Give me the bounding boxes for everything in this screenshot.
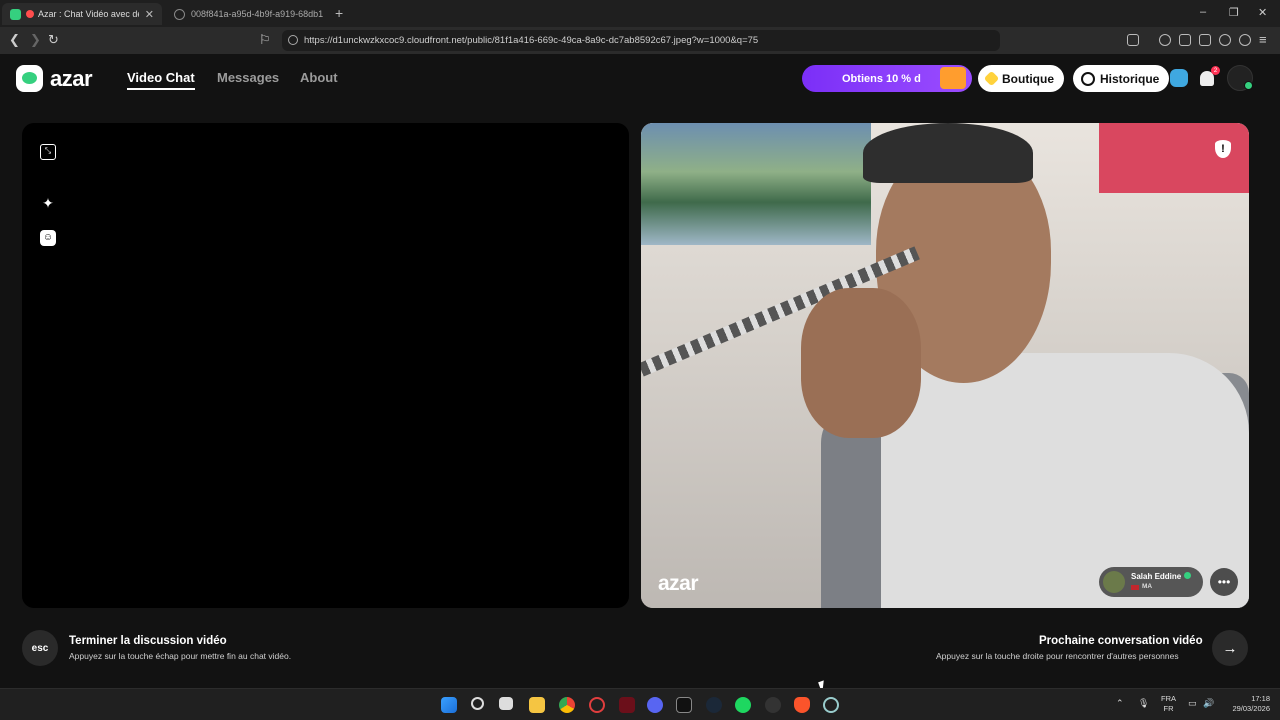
close-tab-icon[interactable]: ✕	[145, 8, 154, 21]
music-icon[interactable]	[1159, 34, 1171, 46]
next-chat-button[interactable]: →	[1212, 630, 1248, 666]
notification-badge: 2	[1211, 66, 1220, 75]
settings-gear-icon[interactable]	[823, 697, 839, 713]
chat-bubbles-icon[interactable]	[1170, 69, 1188, 87]
partner-info-chip[interactable]: Salah Eddine MA	[1099, 567, 1203, 597]
steam-icon[interactable]	[706, 697, 722, 713]
microphone-icon[interactable]: 🎙	[1138, 698, 1149, 709]
reload-icon[interactable]: ↻	[48, 32, 59, 48]
site-info-icon[interactable]	[288, 35, 298, 45]
message-bubble-icon[interactable]: •••	[1210, 568, 1238, 596]
menu-icon[interactable]: ≡	[1259, 32, 1267, 47]
windows-start-icon[interactable]	[441, 697, 457, 713]
bookmark-icon[interactable]: ⚐	[259, 32, 271, 48]
address-bar-row: ❮ ❯ ↻ ⚐ https://d1unckwzkxcoc9.cloudfron…	[0, 27, 1280, 54]
restore-button[interactable]: ❐	[1229, 6, 1239, 19]
partner-country: MA	[1131, 582, 1191, 592]
logo-text: azar	[50, 65, 93, 91]
taskbar: ⌃ 🎙 FRA FR ▭ 🔊 17:18 29/03/2026	[0, 688, 1280, 720]
close-window-button[interactable]: ✕	[1258, 6, 1267, 19]
shield-icon[interactable]	[1239, 34, 1251, 46]
url-text: https://d1unckwzkxcoc9.cloudfront.net/pu…	[304, 35, 759, 46]
magic-wand-icon[interactable]: ✦	[40, 195, 56, 211]
ai-icon[interactable]	[1219, 34, 1231, 46]
recording-icon	[26, 10, 34, 18]
online-status-dot	[1244, 81, 1253, 90]
person-cap	[863, 123, 1033, 183]
tab-title: 008f841a-a95d-4b9f-a919-68db153a	[191, 9, 323, 19]
new-tab-button[interactable]: +	[335, 5, 343, 21]
back-icon[interactable]: ❮	[9, 32, 20, 48]
red-curtain	[1099, 123, 1249, 193]
chevron-up-icon[interactable]: ⌃	[1116, 698, 1124, 709]
azar-logo-icon	[16, 65, 43, 92]
shop-button[interactable]: Boutique	[978, 65, 1064, 92]
minimize-video-icon[interactable]: ⤡	[40, 144, 56, 160]
lang-line-2: FR	[1163, 704, 1174, 713]
capcut-icon[interactable]	[676, 697, 692, 713]
azar-logo[interactable]: azar	[16, 65, 93, 92]
promo-label: Obtiens 10 % d	[842, 72, 921, 85]
acrobat-icon[interactable]	[619, 697, 635, 713]
nav-about[interactable]: About	[300, 70, 338, 85]
clock-date: 29/03/2026	[1232, 704, 1270, 713]
discord-icon[interactable]	[647, 697, 663, 713]
next-chat-subtitle: Appuyez sur la touche droite pour rencon…	[936, 651, 1179, 661]
end-chat-button[interactable]: esc	[22, 630, 58, 666]
treasure-chest-icon	[940, 67, 966, 89]
globe-icon	[174, 8, 185, 20]
task-view-icon[interactable]	[499, 697, 513, 710]
language-indicator[interactable]: FRA FR	[1161, 694, 1176, 714]
spotify-icon[interactable]	[735, 697, 751, 713]
end-chat-subtitle: Appuyez sur la touche échap pour mettre …	[69, 651, 292, 661]
volume-icon[interactable]: 🔊	[1203, 698, 1214, 709]
brave-icon[interactable]	[794, 697, 810, 713]
verified-icon	[1184, 572, 1192, 579]
url-field[interactable]: https://d1unckwzkxcoc9.cloudfront.net/pu…	[282, 30, 1000, 51]
forward-icon[interactable]: ❯	[30, 32, 41, 48]
shop-label: Boutique	[1002, 71, 1054, 86]
wall-painting	[641, 123, 871, 245]
azar-favicon-icon	[10, 8, 21, 20]
lang-line-1: FRA	[1161, 694, 1176, 703]
clock-icon	[1081, 71, 1095, 86]
partner-video-panel: ! azar Salah Eddine MA •••	[641, 123, 1249, 608]
minimize-button[interactable]: –	[1200, 6, 1206, 18]
browser-tab-strip: Azar : Chat Vidéo avec de no ✕ 008f841a-…	[0, 0, 1280, 27]
end-chat-title: Terminer la discussion vidéo	[69, 635, 227, 647]
partner-avatar	[1103, 571, 1125, 593]
sidebar-icon[interactable]	[1179, 34, 1191, 46]
azar-app: azar Video Chat Messages About Obtiens 1…	[0, 54, 1280, 694]
screenshot-icon[interactable]	[1127, 34, 1139, 46]
system-clock[interactable]: 17:18 29/03/2026	[1224, 694, 1270, 714]
clock-time: 17:18	[1251, 694, 1270, 703]
history-button[interactable]: Historique	[1073, 65, 1170, 92]
tab-azar[interactable]: Azar : Chat Vidéo avec de no ✕	[2, 3, 162, 25]
search-icon[interactable]	[471, 697, 484, 710]
tab-title: Azar : Chat Vidéo avec de no	[38, 9, 139, 19]
person-hand	[801, 288, 921, 438]
file-explorer-icon[interactable]	[529, 697, 545, 713]
wallet-icon[interactable]	[1199, 34, 1211, 46]
azar-watermark: azar	[658, 572, 699, 595]
obs-icon[interactable]	[765, 697, 781, 713]
chrome-icon[interactable]	[559, 697, 575, 713]
tab-image[interactable]: 008f841a-a95d-4b9f-a919-68db153a	[166, 3, 331, 25]
partner-name: Salah Eddine	[1131, 572, 1182, 581]
gem-icon	[983, 70, 1000, 87]
promo-banner[interactable]: Obtiens 10 % d	[802, 65, 972, 92]
nav-video-chat[interactable]: Video Chat	[127, 70, 195, 90]
history-label: Historique	[1100, 71, 1160, 86]
opera-icon[interactable]	[589, 697, 605, 713]
face-filter-icon[interactable]: ☺	[40, 230, 56, 246]
network-icon[interactable]: ▭	[1188, 698, 1197, 709]
nav-messages[interactable]: Messages	[217, 70, 279, 85]
self-video-panel: ⤡ ✦ ☺	[22, 123, 629, 608]
partner-name-row: Salah Eddine	[1131, 572, 1192, 582]
next-chat-title: Prochaine conversation vidéo	[1039, 635, 1203, 647]
